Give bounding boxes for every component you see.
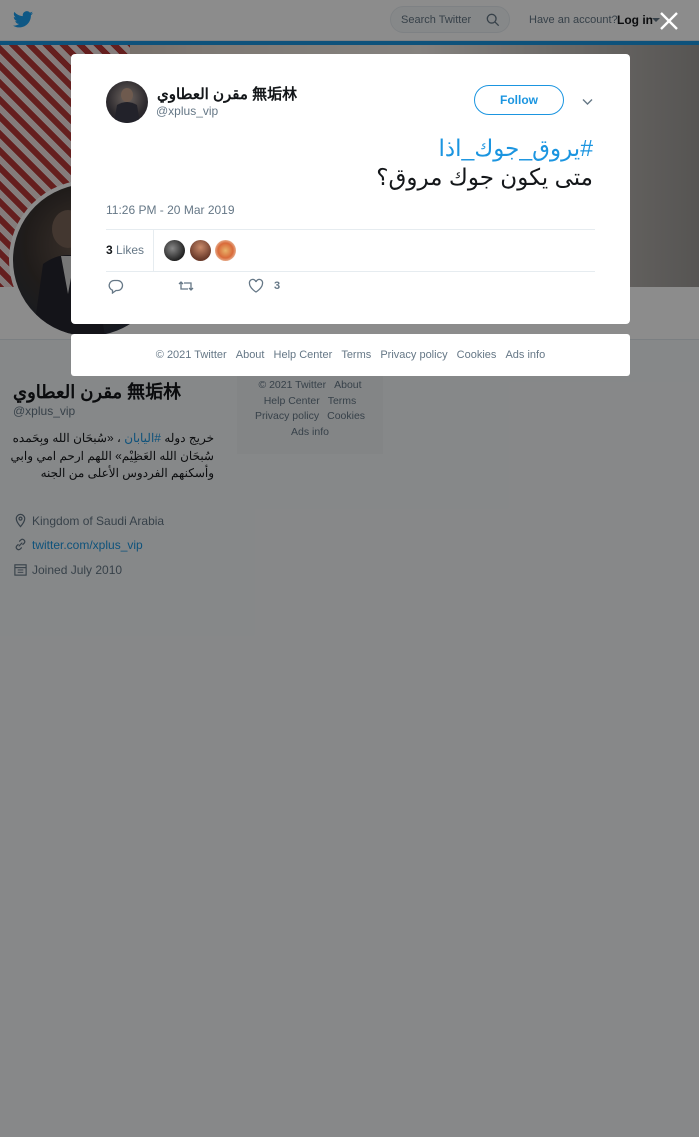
avatar-figure (114, 88, 140, 123)
tweet-timestamp[interactable]: 11:26 PM - 20 Mar 2019 (106, 203, 235, 217)
tweet-author-avatar[interactable] (106, 81, 148, 123)
tweet-actions: 3 (106, 278, 406, 300)
footer-copyright: © 2021 Twitter (155, 349, 227, 361)
retweet-button[interactable] (178, 278, 194, 294)
heart-icon (248, 278, 264, 293)
likes-stat[interactable]: 3 Likes (106, 243, 144, 257)
follow-button[interactable]: Follow (474, 85, 564, 115)
tweet-author-handle[interactable]: @xplus_vip (156, 104, 218, 118)
footer-privacy-link[interactable]: Privacy policy (380, 349, 447, 361)
liker-avatar[interactable] (190, 240, 211, 261)
retweet-icon (178, 281, 194, 291)
likes-count: 3 (106, 243, 113, 257)
modal-footer: © 2021 Twitter About Help Center Terms P… (71, 334, 630, 376)
reply-button[interactable] (108, 278, 124, 294)
footer-cookies-link[interactable]: Cookies (457, 349, 497, 361)
liker-avatar[interactable] (164, 240, 185, 261)
stats-divider (153, 230, 154, 271)
footer-about-link[interactable]: About (236, 349, 265, 361)
tweet-modal: مقرن العطاوي 無垢林 @xplus_vip Follow #يروق… (71, 54, 630, 324)
like-button[interactable]: 3 (248, 278, 280, 294)
footer-ads-link[interactable]: Ads info (505, 349, 545, 361)
close-icon[interactable] (658, 10, 680, 32)
footer-help-link[interactable]: Help Center (274, 349, 333, 361)
footer-terms-link[interactable]: Terms (341, 349, 371, 361)
likes-label: Likes (116, 243, 145, 257)
tweet-stats: 3 Likes (106, 229, 595, 272)
tweet-author-name[interactable]: مقرن العطاوي 無垢林 (157, 83, 297, 104)
reply-icon (108, 279, 124, 294)
tweet-text: #يروق_جوك_اذا متى يكون جوك مروق؟ (321, 134, 593, 192)
tweet-hashtag-link[interactable]: #يروق_جوك_اذا (321, 134, 594, 163)
tweet-body: متى يكون جوك مروق؟ (376, 164, 593, 190)
like-count: 3 (274, 280, 281, 292)
chevron-down-icon[interactable] (581, 95, 594, 108)
liker-avatar[interactable] (215, 240, 236, 261)
